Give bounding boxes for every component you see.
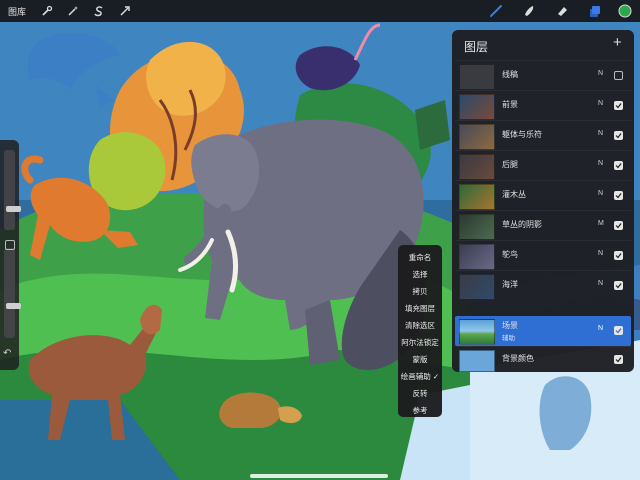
layer-subtitle: 辅助 [502,335,515,342]
layer-thumbnail [459,214,495,240]
layer-thumbnail [459,94,495,120]
layers-icon[interactable] [587,3,603,19]
layer-row[interactable]: 线稿 N [455,60,631,91]
blend-mode[interactable]: N [598,160,603,167]
add-layer-button[interactable]: + [613,34,622,51]
wrench-icon[interactable] [39,3,55,19]
blend-mode[interactable]: M [598,220,604,227]
visibility-checkbox[interactable] [614,161,623,170]
visibility-checkbox[interactable] [614,101,623,110]
background-color-row[interactable]: 背景颜色 [455,346,631,373]
layer-thumbnail [459,274,495,300]
eraser-icon[interactable] [554,3,570,19]
smudge-icon[interactable] [521,3,537,19]
layer-thumbnail [459,244,495,270]
layer-name: 海洋 [502,280,518,289]
visibility-checkbox[interactable] [614,221,623,230]
layer-name: 线稿 [502,70,518,79]
layer-row[interactable]: 草丛的阴影 M [455,210,631,241]
selection-s-icon[interactable] [91,3,107,19]
magic-wand-icon[interactable] [65,3,81,19]
arrow-cursor-icon[interactable] [117,3,133,19]
menu-item-drawing-assist[interactable]: 绘画辅助 ✓ [398,368,442,385]
blend-mode[interactable]: N [598,100,603,107]
layer-thumbnail [459,319,495,345]
layer-name: 鸵鸟 [502,250,518,259]
layer-thumbnail [459,154,495,180]
visibility-checkbox[interactable] [614,191,623,200]
brush-size-thumb[interactable] [6,206,21,212]
layer-name: 背景颜色 [502,354,534,363]
layer-row[interactable]: 躯体与乐符 N [455,120,631,151]
visibility-checkbox[interactable] [614,71,623,80]
undo-icon[interactable]: ↶ [3,348,11,359]
blend-mode[interactable]: N [598,250,603,257]
layer-name: 草丛的阴影 [502,220,542,229]
visibility-checkbox[interactable] [614,131,623,140]
visibility-checkbox[interactable] [614,326,623,335]
opacity-slider[interactable] [4,248,21,338]
blend-mode[interactable]: N [598,70,603,77]
gallery-button[interactable]: 图库 [8,5,26,18]
blend-mode[interactable]: N [598,325,603,332]
layer-row[interactable]: 灌木丛 N [455,180,631,211]
layer-name: 场景 [502,321,518,330]
menu-item-clear-selection[interactable]: 清除选区 [398,317,442,334]
home-indicator[interactable] [250,474,388,478]
layer-row[interactable]: 前景 N [455,90,631,121]
layer-row[interactable]: 海洋 N [455,270,631,301]
menu-item-reference[interactable]: 参考 [398,402,442,419]
brush-size-slider[interactable] [4,150,21,230]
top-toolbar: 图库 [0,0,640,22]
menu-item-invert[interactable]: 反转 [398,385,442,402]
layer-thumbnail [459,184,495,210]
layer-name: 躯体与乐符 [502,130,542,139]
layer-row-selected[interactable]: 场景 辅助 N [455,316,631,346]
layer-options-menu: 重命名 选择 拷贝 填充图层 清除选区 阿尔法锁定 蒙版 绘画辅助 ✓ 反转 参… [398,245,442,417]
layers-panel-title: 图层 [464,40,489,54]
menu-item-fill-layer[interactable]: 填充图层 [398,300,442,317]
menu-item-mask[interactable]: 蒙版 [398,351,442,368]
opacity-thumb[interactable] [6,303,21,309]
brush-icon[interactable] [488,3,504,19]
visibility-checkbox[interactable] [614,355,623,364]
blend-mode[interactable]: N [598,130,603,137]
visibility-checkbox[interactable] [614,251,623,260]
menu-item-select[interactable]: 选择 [398,266,442,283]
layer-thumbnail [459,124,495,150]
menu-item-rename[interactable]: 重命名 [398,249,442,266]
visibility-checkbox[interactable] [614,281,623,290]
layer-thumbnail [459,64,495,90]
menu-item-copy[interactable]: 拷贝 [398,283,442,300]
check-mark-icon: ✓ [432,372,440,381]
blend-mode[interactable]: N [598,190,603,197]
layer-name: 前景 [502,100,518,109]
layer-row[interactable]: 后腿 N [455,150,631,181]
layers-panel: 图层 + 线稿 N 前景 N 躯体与乐符 N 后腿 N 灌木丛 N 草丛的阴影 … [452,30,634,372]
layer-name: 后腿 [502,160,518,169]
left-sidebar: ↶ [0,140,21,370]
menu-item-alpha-lock[interactable]: 阿尔法锁定 [398,334,442,351]
background-color-swatch[interactable] [459,350,495,372]
modify-button[interactable] [5,240,15,250]
layer-row[interactable]: 鸵鸟 N [455,240,631,271]
color-icon[interactable] [617,3,633,19]
blend-mode[interactable]: N [598,280,603,287]
layer-name: 灌木丛 [502,190,526,199]
